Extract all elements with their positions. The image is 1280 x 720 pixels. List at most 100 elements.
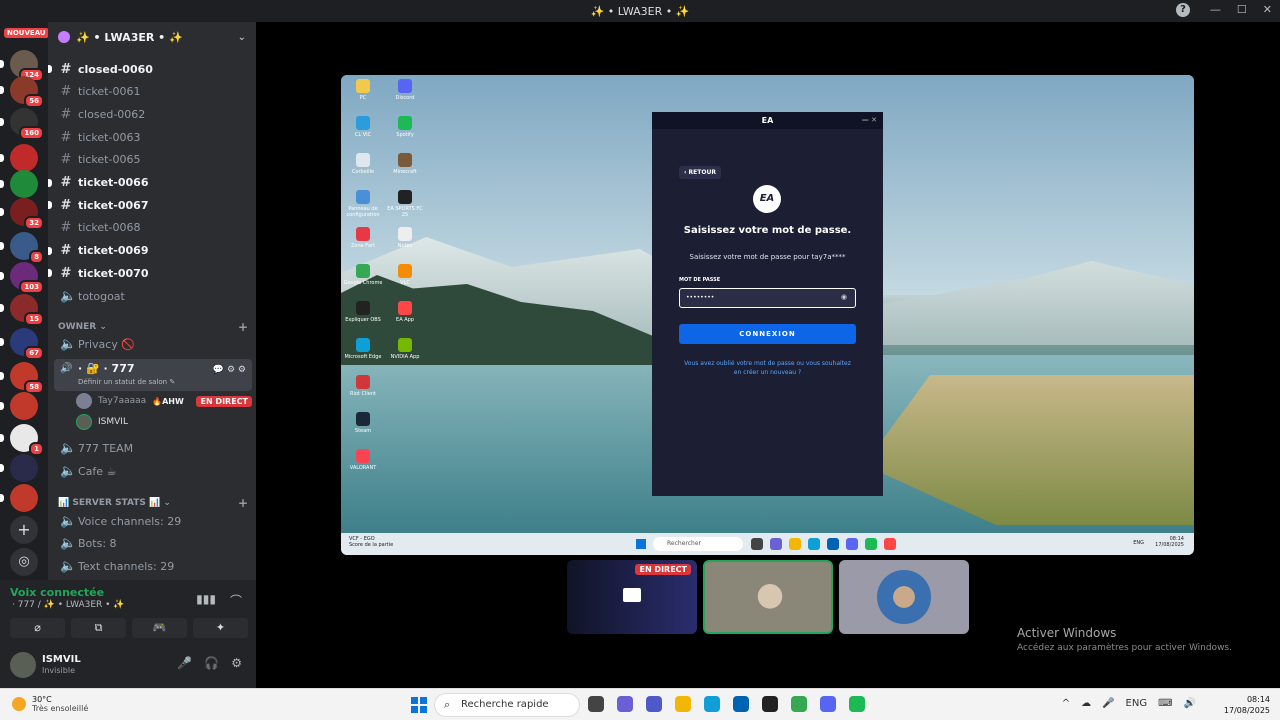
channel-item[interactable]: # ticket-0066 [48,173,252,193]
desktop-icon[interactable]: PC [343,79,383,101]
channel-item[interactable]: # ticket-0070 [48,263,252,283]
desktop-icon[interactable]: CL VIC [343,116,383,138]
stat-bots[interactable]: 🔈 Bots: 8 [56,533,252,553]
server-icon[interactable]: 103 [10,262,44,294]
channel-item[interactable]: # ticket-0067 [48,195,252,215]
voice-user[interactable]: ISMVIL [76,412,252,432]
network-icon[interactable]: ⌨ [1158,698,1172,709]
participant-tile-speaking[interactable] [703,560,833,634]
category-owner[interactable]: OWNER ⌄ + [58,320,248,334]
server-icon[interactable]: 32 [10,198,44,230]
desktop-icon[interactable]: Minecraft [385,153,425,175]
avatar[interactable] [10,652,36,678]
desktop-icon[interactable]: NVIDIA App [385,338,425,360]
maximize-button[interactable]: ☐ [1237,3,1247,16]
channel-item[interactable]: # ticket-0063 [56,127,252,147]
voice-connected-status[interactable]: Voix connectée [10,586,104,599]
voice-channel-actions[interactable]: 💬 ⚙ ⚙ [213,365,246,375]
weather-widget[interactable]: 30°C Très ensoleillé [12,695,88,713]
taskbar-app-icon[interactable] [849,696,865,712]
desktop-icon[interactable]: EA SPORTS FC 25 [385,190,425,218]
disconnect-icon[interactable]: ⌒ [230,592,242,609]
desktop-icon[interactable]: Steam [343,412,383,434]
taskbar-app-icon[interactable] [791,696,807,712]
participant-tile[interactable] [839,560,969,634]
taskbar-app-icon[interactable] [617,696,633,712]
channel-item[interactable]: # ticket-0065 [56,150,252,170]
onedrive-icon[interactable]: ☁ [1081,698,1091,709]
taskbar-app-icon[interactable] [820,696,836,712]
settings-gear-icon[interactable]: ⚙ [231,656,242,670]
participant-tile-stream[interactable]: EN DIRECT [567,560,697,634]
activities-button[interactable]: 🎮 [132,618,187,638]
add-server-icon[interactable]: + [10,516,38,544]
microphone-icon[interactable]: 🎤 [177,656,192,670]
connexion-button[interactable]: CONNEXION [679,324,856,344]
desktop-icon[interactable]: Zone Fort [343,227,383,249]
desktop-icon[interactable]: Panneau de configuration [343,190,383,218]
show-hidden-icons[interactable]: ^ [1062,698,1070,709]
help-icon[interactable]: ? [1176,3,1190,17]
server-icon[interactable]: 8 [10,232,44,264]
channel-777-team[interactable]: 🔈 777 TEAM [56,438,252,458]
desktop-icon[interactable]: Expliquer OBS [343,301,383,323]
server-icon[interactable] [10,144,38,172]
channel-privacy[interactable]: 🔈 Privacy 🚫 [56,334,252,354]
desktop-icon[interactable]: Discord [385,79,425,101]
desktop-icon[interactable]: EA App [385,301,425,323]
taskbar-app-icon[interactable] [762,696,778,712]
desktop-icon[interactable]: Corbeille [343,153,383,175]
eye-icon[interactable]: ◉ [841,293,847,301]
server-icon[interactable] [10,392,38,420]
desktop-icon[interactable]: Google Chrome [343,264,383,286]
chevron-down-icon[interactable]: ⌄ [238,32,246,43]
add-channel-icon[interactable]: + [238,496,248,510]
taskbar-app-icon[interactable] [675,696,691,712]
channel-cafe[interactable]: 🔈 Cafe ☕ [56,461,252,481]
stat-text-channels[interactable]: 🔈 Text channels: 29 [56,556,252,576]
stat-voice-channels[interactable]: 🔈 Voice channels: 29 [56,511,252,531]
desktop-icon[interactable]: VLC [385,264,425,286]
taskbar-app-icon[interactable] [588,696,604,712]
category-server-stats[interactable]: 📊 SERVER STATS 📊 ⌄ + [58,496,248,510]
language-indicator[interactable]: ENG [1126,698,1148,709]
taskbar-app-icon[interactable] [704,696,720,712]
taskbar-app-icon[interactable] [646,696,662,712]
search-box[interactable]: ⌕ Recherche rapide [434,693,580,717]
server-icon[interactable] [10,454,38,482]
taskbar-app-icon[interactable] [733,696,749,712]
channel-item[interactable]: # ticket-0068 [56,218,252,238]
voice-user[interactable]: Tay7aaaaa 🔥AHW EN DIRECT [76,391,252,411]
server-icon[interactable]: 124 [10,50,44,82]
forgot-password-link[interactable]: Vous avez oublié votre mot de passe ou v… [682,359,853,377]
camera-off-button[interactable]: ⌀ [10,618,65,638]
server-icon[interactable]: 67 [10,328,44,360]
password-field[interactable]: •••••••• ◉ [679,288,856,308]
active-voice-channel[interactable]: 🔊 · 🔐 · 777 Définir un statut de salon ✎… [54,359,252,391]
voice-channel-status[interactable]: Définir un statut de salon ✎ [78,378,175,386]
guild-header[interactable]: ✨ • LWA3ER • ✨ ⌄ [48,22,256,52]
desktop-icon[interactable]: Riot Client [343,375,383,397]
microphone-icon[interactable]: 🎤 [1102,698,1114,709]
desktop-icon[interactable]: Notes [385,227,425,249]
channel-item[interactable]: # ticket-0061 [56,82,252,102]
soundboard-button[interactable]: ✦ [193,618,248,638]
channel-item[interactable]: # ticket-0069 [48,241,252,261]
start-button[interactable] [411,697,427,713]
desktop-icon[interactable]: Spotify [385,116,425,138]
desktop-icon[interactable]: Microsoft Edge [343,338,383,360]
channel-item[interactable]: # closed-0060 [48,59,252,79]
voice-connected-channel[interactable]: · 777 / ✨ • LWA3ER • ✨ [12,600,125,610]
server-icon[interactable]: 58 [10,362,44,394]
channel-item[interactable]: # closed-0062 [56,104,252,124]
server-icon[interactable] [10,484,38,512]
add-channel-icon[interactable]: + [238,320,248,334]
server-icon[interactable] [10,170,38,198]
ea-window-controls[interactable]: — ✕ [862,112,877,129]
screen-share-stream[interactable]: PC Discord CL VIC Spotify Corbeille Minecraft… [341,75,1194,555]
channel-item[interactable]: 🔈 totogoat [56,286,252,306]
desktop-icon[interactable]: VALORANT [343,449,383,471]
server-icon[interactable]: 160 [10,108,44,140]
close-button[interactable]: ✕ [1263,3,1272,16]
server-icon[interactable]: 56 [10,76,44,108]
